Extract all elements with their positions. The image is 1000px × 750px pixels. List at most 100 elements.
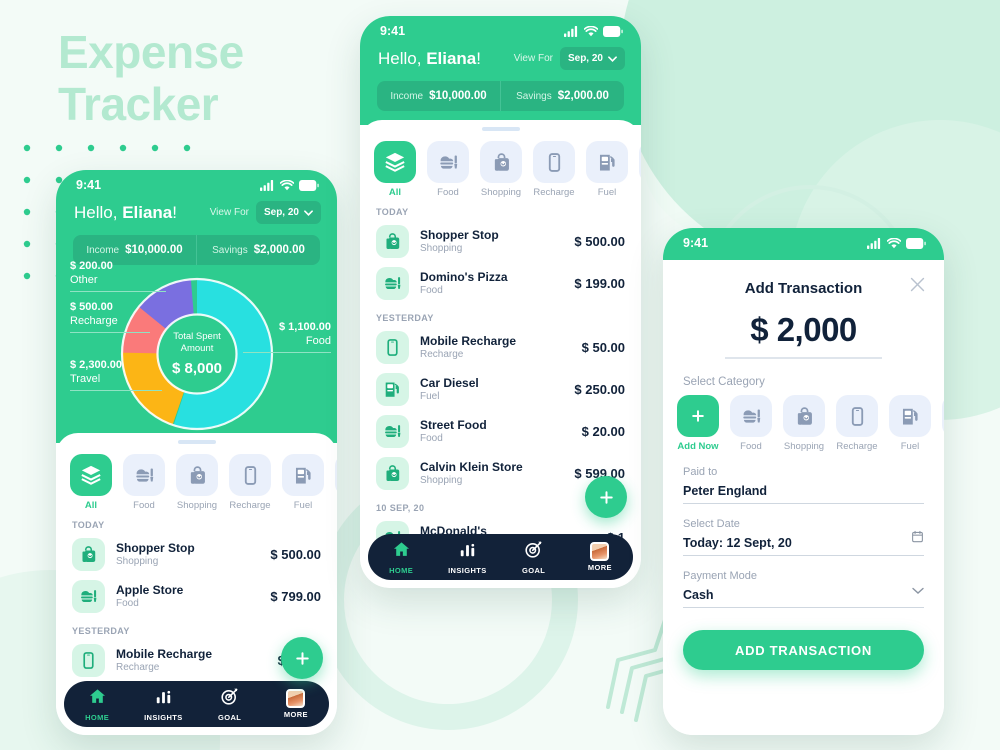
transaction-name: Car Diesel: [420, 376, 479, 390]
category-filter-fuel[interactable]: Fuel: [282, 454, 324, 511]
category-option-food[interactable]: Food: [730, 395, 772, 452]
transaction-category: Food: [116, 598, 139, 609]
payment-mode-label: Payment Mode: [683, 570, 757, 582]
bottom-navigation-mid[interactable]: HOME INSIGHTS GOAL MORE: [368, 534, 633, 580]
donut-center: Total Spent Amount $ 8,000: [157, 331, 237, 378]
chevron-down-icon[interactable]: [912, 582, 924, 600]
nav-item-goal[interactable]: GOAL: [501, 540, 567, 575]
month-selector[interactable]: Sep, 20: [559, 47, 625, 70]
status-icons: [564, 25, 623, 37]
view-for-control[interactable]: View For Sep, 20: [514, 47, 625, 70]
paid-to-input[interactable]: Peter England: [683, 478, 924, 503]
category-option-recharge[interactable]: Recharge: [836, 395, 878, 452]
donut-label-recharge: $ 500.00 Recharge: [70, 301, 150, 333]
page-title: Expense Tracker: [58, 26, 244, 130]
category-filter-recharge[interactable]: Recharge: [533, 141, 575, 198]
month-selector[interactable]: Sep, 20: [255, 201, 321, 224]
table-row[interactable]: Car Diesel Fuel $ 250.00: [360, 368, 641, 410]
status-bar: 9:41: [360, 16, 641, 42]
category-filter-strip-mid[interactable]: All Food Shopping Recharge Fuel: [360, 131, 641, 198]
payment-mode-field[interactable]: Payment Mode Cash: [683, 556, 924, 608]
wifi-icon: [584, 25, 598, 36]
category-option-add-now[interactable]: Add Now: [677, 395, 719, 452]
category-option-fuel[interactable]: Fuel: [889, 395, 931, 452]
category-filter-elect[interactable]: Elect: [335, 454, 337, 511]
list-bottom-sheet: All Food Shopping Recharge Fuel TODAY Sh…: [360, 120, 641, 588]
table-row[interactable]: Street Food Food $ 20.00: [360, 410, 641, 452]
nav-item-home[interactable]: HOME: [64, 687, 130, 722]
wifi-icon: [887, 237, 901, 248]
battery-icon: [603, 25, 623, 37]
greeting-text: Hello, Eliana!: [74, 203, 177, 223]
cellular-signal-icon: [564, 25, 578, 37]
calendar-icon[interactable]: [911, 530, 924, 548]
savings-value: $2,000.00: [557, 90, 609, 102]
table-row[interactable]: Apple Store Food $ 799.00: [56, 575, 337, 617]
transaction-category: Shopping: [420, 475, 463, 486]
category-label: Recharge: [533, 187, 575, 198]
category-filter-shopping[interactable]: Shopping: [480, 141, 522, 198]
add-transaction-submit-button[interactable]: ADD TRANSACTION: [683, 630, 924, 670]
chevron-down-icon: [304, 209, 313, 216]
transaction-name: Shopper Stop: [116, 541, 195, 555]
shopping-bag-icon: [187, 465, 208, 486]
donut-label-other: $ 200.00 Other: [70, 260, 166, 292]
category-filter-fuel[interactable]: Fuel: [586, 141, 628, 198]
avatar: [590, 542, 610, 561]
category-filter-elect[interactable]: Elect: [639, 141, 641, 198]
add-transaction-fab[interactable]: [585, 476, 627, 518]
category-filter-all[interactable]: All: [70, 454, 112, 511]
paid-to-field[interactable]: Paid to Peter England: [683, 452, 924, 504]
nav-item-home[interactable]: HOME: [368, 540, 434, 575]
category-icon-box: [123, 454, 165, 496]
add-transaction-fab[interactable]: [281, 637, 323, 679]
category-label: Shopping: [176, 500, 218, 511]
home-header: 9:41 Hello, Eliana! View For Sep, 20 Inc…: [56, 170, 337, 443]
amount-input[interactable]: $ 2,000: [663, 311, 944, 349]
table-row[interactable]: Shopper Stop Shopping $ 500.00: [360, 220, 641, 262]
day-group-label: YESTERDAY: [72, 626, 130, 636]
payment-mode-value[interactable]: Cash: [683, 582, 924, 607]
category-filter-food[interactable]: Food: [427, 141, 469, 198]
leader-line: [243, 351, 331, 353]
category-filter-food[interactable]: Food: [123, 454, 165, 511]
category-option-elect[interactable]: Elect: [942, 395, 944, 452]
layers-icon: [80, 464, 102, 486]
table-row[interactable]: Shopper Stop Shopping $ 500.00: [56, 533, 337, 575]
view-for-control[interactable]: View For Sep, 20: [210, 201, 321, 224]
select-date-value[interactable]: Today: 12 Sept, 20: [683, 530, 924, 555]
add-transaction-header: Add Transaction: [663, 260, 944, 297]
target-icon: [524, 540, 543, 559]
fuel-pump-icon: [900, 406, 921, 427]
bottom-navigation-left[interactable]: HOME INSIGHTS GOAL MORE: [64, 681, 329, 727]
greeting-text: Hello, Eliana!: [378, 49, 481, 69]
table-row[interactable]: Domino's Pizza Food $ 199.00: [360, 262, 641, 304]
donut-label-recharge-category: Recharge: [70, 314, 118, 327]
nav-item-more[interactable]: MORE: [567, 542, 633, 572]
category-filter-recharge[interactable]: Recharge: [229, 454, 271, 511]
category-filter-all[interactable]: All: [374, 141, 416, 198]
nav-label: MORE: [587, 563, 612, 572]
greeting-suffix: !: [476, 48, 482, 68]
nav-item-goal[interactable]: GOAL: [197, 687, 263, 722]
nav-item-more[interactable]: MORE: [263, 689, 329, 719]
close-icon[interactable]: [909, 276, 926, 297]
category-filter-shopping[interactable]: Shopping: [176, 454, 218, 511]
nav-item-insights[interactable]: INSIGHTS: [434, 540, 500, 575]
category-picker-strip[interactable]: Add Now Food Shopping Recharge Fuel: [663, 395, 944, 452]
category-icon-box: [730, 395, 772, 437]
transaction-icon: [376, 372, 409, 406]
select-date-field[interactable]: Select Date Today: 12 Sept, 20: [683, 504, 924, 556]
nav-item-insights[interactable]: INSIGHTS: [130, 687, 196, 722]
transaction-text: Street Food Food: [420, 418, 582, 444]
category-filter-strip-left[interactable]: All Food Shopping Recharge Fuel: [56, 444, 337, 511]
table-row[interactable]: Mobile Recharge Recharge $ 50.00: [360, 326, 641, 368]
savings-block: Savings $2,000.00: [197, 235, 320, 265]
transaction-amount: $ 199.00: [574, 275, 625, 291]
mobile-icon: [79, 651, 98, 670]
transaction-category: Shopping: [116, 556, 159, 567]
category-icon-box: [282, 454, 324, 496]
category-option-shopping[interactable]: Shopping: [783, 395, 825, 452]
donut-label-recharge-amount: $ 500.00: [70, 301, 113, 313]
income-value: $10,000.00: [429, 90, 487, 102]
